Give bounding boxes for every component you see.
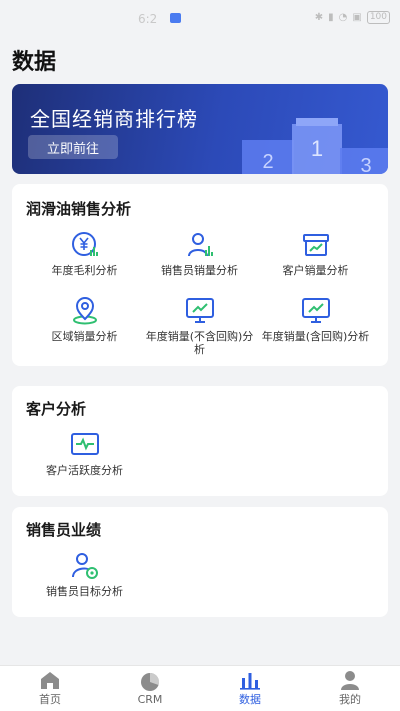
- location-pin-icon: [72, 297, 97, 325]
- section-title: 润滑油销售分析: [26, 200, 132, 218]
- monitor-trend-icon: [185, 298, 214, 323]
- signal-icon: ▮: [328, 12, 334, 23]
- item-label: 年度毛利分析: [51, 264, 118, 277]
- person-target-icon: [71, 553, 98, 579]
- tab-label: 我的: [339, 693, 361, 706]
- annual-volume-excl-buyback-item[interactable]: 年度销量(不含回购)分析: [137, 296, 262, 356]
- item-label: 年度销量(含回购)分析: [261, 330, 370, 343]
- podium-rank-1: 1: [311, 136, 323, 161]
- customer-volume-item[interactable]: 客户销量分析: [253, 230, 378, 277]
- podium-rank-3: 3: [360, 155, 371, 174]
- wifi-icon: ◔: [338, 12, 348, 23]
- banner-title: 全国经销商排行榜: [30, 107, 198, 131]
- activity-monitor-icon: [70, 433, 99, 455]
- tab-crm[interactable]: CRM: [100, 666, 200, 711]
- bar-chart-icon: [240, 673, 260, 690]
- sim-icon: ▣: [352, 12, 362, 23]
- item-label: 客户销量分析: [282, 264, 349, 277]
- lubricant-sales-card: 润滑油销售分析 年度毛利分析 销售员销量分析 客户销量分析 区域销量分析 年度销…: [12, 184, 388, 366]
- status-time: 6:2: [138, 12, 158, 26]
- person-chart-icon: [187, 233, 213, 257]
- annual-volume-incl-buyback-item[interactable]: 年度销量(含回购)分析: [253, 296, 378, 343]
- section-title: 客户分析: [26, 400, 87, 418]
- item-label: 销售员目标分析: [46, 585, 123, 598]
- tab-home[interactable]: 首页: [0, 666, 100, 711]
- tab-label: 数据: [239, 693, 261, 706]
- podium-rank-2: 2: [262, 151, 273, 173]
- item-label: 客户活跃度分析: [46, 464, 123, 477]
- tab-profile[interactable]: 我的: [300, 666, 400, 711]
- item-label: 区域销量分析: [51, 330, 118, 343]
- salesperson-performance-card: 销售员业绩 销售员目标分析: [12, 507, 388, 617]
- annual-gross-profit-item[interactable]: 年度毛利分析: [22, 230, 147, 277]
- page-title: 数据: [12, 50, 57, 75]
- battery-indicator: 100: [366, 11, 390, 24]
- item-label: 销售员销量分析: [161, 264, 238, 277]
- home-icon: [41, 672, 59, 689]
- status-bar: 6:2 ✱ ▮ ◔ ▣ 100: [0, 0, 400, 38]
- pie-chart-icon: [141, 672, 160, 691]
- box-trend-icon: [302, 234, 329, 256]
- regional-volume-item[interactable]: 区域销量分析: [22, 296, 147, 343]
- salesperson-volume-item[interactable]: 销售员销量分析: [137, 230, 262, 277]
- monitor-trend-icon: [301, 298, 330, 323]
- customer-activity-item[interactable]: 客户活跃度分析: [22, 430, 147, 477]
- user-icon: [341, 671, 359, 690]
- dealer-ranking-banner[interactable]: 全国经销商排行榜 立即前往 2 1 3: [12, 84, 388, 174]
- go-now-button[interactable]: 立即前往: [28, 135, 118, 159]
- salesperson-target-item[interactable]: 销售员目标分析: [22, 551, 147, 598]
- status-indicators: ✱ ▮ ◔ ▣ 100: [315, 11, 390, 24]
- app-notification-icon: [170, 13, 181, 23]
- tab-label: 首页: [39, 693, 61, 706]
- customer-analysis-card: 客户分析 客户活跃度分析: [12, 386, 388, 496]
- section-title: 销售员业绩: [26, 521, 102, 539]
- tab-data[interactable]: 数据: [200, 666, 300, 711]
- bluetooth-icon: ✱: [314, 12, 324, 23]
- tab-label: CRM: [137, 692, 163, 706]
- yuan-chart-icon: [71, 232, 98, 256]
- podium-icon: 2 1 3: [242, 118, 388, 174]
- item-label: 年度销量(不含回购)分析: [145, 330, 254, 356]
- bottom-tab-bar: 首页 CRM 数据 我的: [0, 665, 400, 711]
